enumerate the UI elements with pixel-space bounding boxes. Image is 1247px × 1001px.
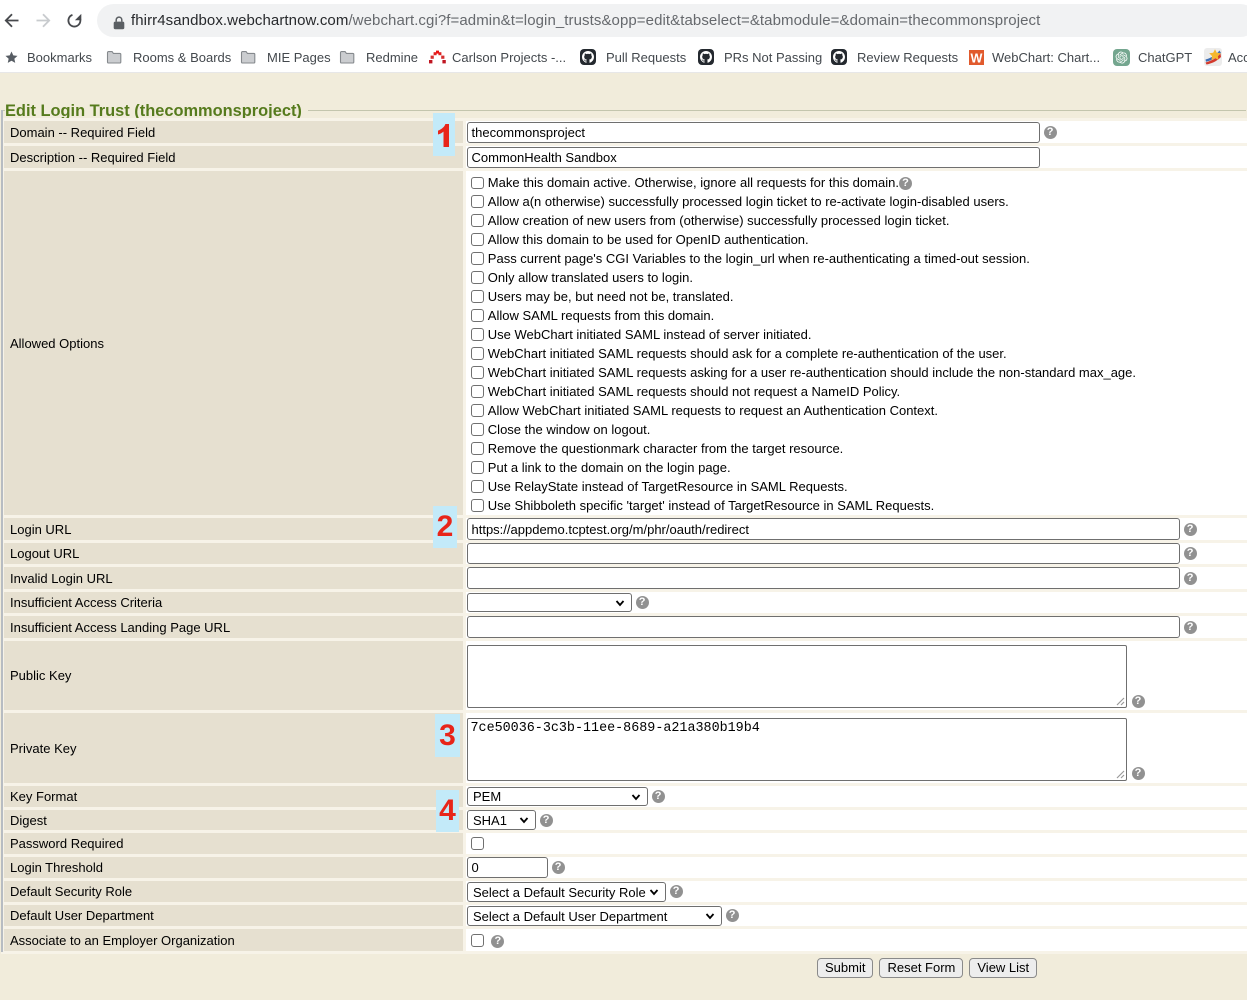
svg-text:W: W	[971, 51, 983, 64]
